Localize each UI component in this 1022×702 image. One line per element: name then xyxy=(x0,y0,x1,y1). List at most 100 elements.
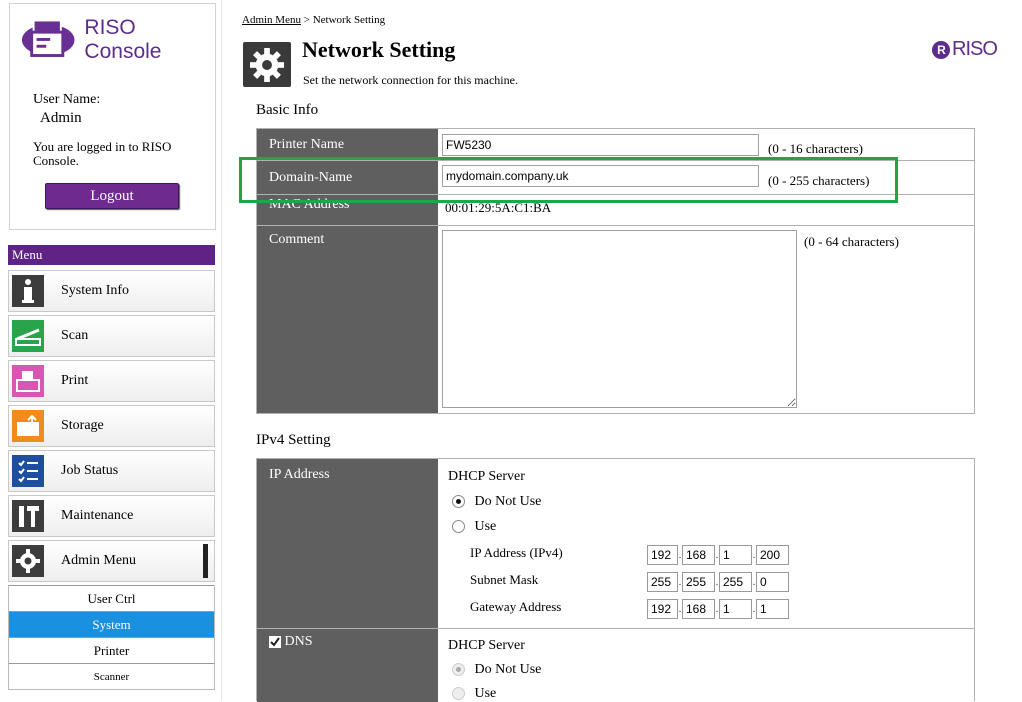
user-name-value: Admin xyxy=(40,110,82,126)
page-gear-icon xyxy=(243,42,291,87)
nav-item-admin-menu[interactable]: Admin Menu xyxy=(8,540,215,582)
nav-label: Maintenance xyxy=(61,508,134,523)
checkmark-icon xyxy=(270,637,280,647)
dns-checkbox[interactable] xyxy=(269,635,281,648)
radio-do-not-use[interactable] xyxy=(452,495,465,509)
nav-label: Scan xyxy=(61,328,89,343)
radio-use[interactable] xyxy=(452,520,465,534)
page-title: Network Setting xyxy=(302,37,456,62)
dns-cell: DHCP Server Do Not Use Use xyxy=(438,629,974,702)
gateway-address-octets: 192. 168. 1. 1 xyxy=(647,599,789,619)
dns-label-cell: DNS xyxy=(257,629,438,702)
nav-label: Job Status xyxy=(61,463,119,478)
page-subtitle: Set the network connection for this mach… xyxy=(303,73,518,87)
logo: RISO Console xyxy=(20,12,215,64)
breadcrumb-current: Network Setting xyxy=(312,14,386,26)
domain-name-highlight xyxy=(239,157,898,203)
breadcrumb-separator: > xyxy=(300,14,313,26)
nav-item-print[interactable]: Print xyxy=(8,360,215,402)
info-icon xyxy=(12,275,44,307)
printer-name-label: Printer Name xyxy=(257,129,438,160)
riso-console-logo-icon xyxy=(21,19,75,57)
printer-name-hint: (0 - 16 characters) xyxy=(768,141,863,156)
dns-radio-do-not-use-option: Do Not Use xyxy=(452,662,541,678)
gateway-octet-3[interactable]: 1 xyxy=(719,599,752,619)
ipv4-table: IP Address DHCP Server Do Not Use Use IP… xyxy=(256,458,975,702)
printer-name-cell: (0 - 16 characters) xyxy=(438,129,974,160)
dns-radio-use-option: Use xyxy=(452,686,496,702)
dns-radio-do-not-use-label: Do Not Use xyxy=(474,662,542,677)
printer-name-input[interactable] xyxy=(442,134,759,156)
admin-submenu: User Ctrl System Printer Scanner xyxy=(8,585,215,690)
subnet-octet-1[interactable]: 255 xyxy=(647,572,678,592)
nav-item-system-info[interactable]: System Info xyxy=(8,270,215,312)
nav-item-scan[interactable]: Scan xyxy=(8,315,215,357)
logo-text: RISO Console xyxy=(84,16,162,63)
subnet-octet-3[interactable]: 255 xyxy=(719,572,752,592)
row-comment: Comment (0 - 64 characters) xyxy=(257,226,974,413)
riso-brand-icon: R xyxy=(932,40,950,59)
dns-label: DNS xyxy=(284,634,313,649)
ip-octet-2[interactable]: 168 xyxy=(682,545,715,565)
breadcrumb: Admin Menu > Network Setting xyxy=(242,14,385,26)
submenu-item-user-ctrl[interactable]: User Ctrl xyxy=(9,585,214,611)
brand-text: RISO xyxy=(952,38,998,60)
logout-button[interactable]: Logout xyxy=(45,183,179,209)
user-name-label: User Name: xyxy=(33,92,101,107)
comment-hint: (0 - 64 characters) xyxy=(804,234,899,249)
gateway-octet-2[interactable]: 168 xyxy=(682,599,715,619)
login-message: You are logged in to RISO Console. xyxy=(33,139,172,168)
gateway-octet-1[interactable]: 192 xyxy=(647,599,678,619)
printer-icon xyxy=(12,365,44,397)
ip-octet-1[interactable]: 192 xyxy=(647,545,678,565)
ip-octet-4[interactable]: 200 xyxy=(756,545,789,565)
ip-octet-3[interactable]: 1 xyxy=(719,545,752,565)
ip-field-label: IP Address (IPv4) xyxy=(470,545,563,560)
radio-use-label: Use xyxy=(474,519,497,534)
dns-radio-use xyxy=(452,687,465,701)
subnet-octet-2[interactable]: 255 xyxy=(682,572,715,592)
comment-label: Comment xyxy=(257,226,438,413)
subnet-mask-label: Subnet Mask xyxy=(470,572,539,587)
radio-use-option[interactable]: Use xyxy=(452,519,496,535)
nav-label: Storage xyxy=(61,418,104,433)
nav-item-job-status[interactable]: Job Status xyxy=(8,450,215,492)
breadcrumb-link-admin-menu[interactable]: Admin Menu xyxy=(242,14,301,26)
radio-do-not-use-label: Do Not Use xyxy=(474,494,542,509)
subnet-mask-octets: 255. 255. 255. 0 xyxy=(647,572,789,592)
dns-radio-do-not-use xyxy=(452,663,465,677)
row-ip-address: IP Address DHCP Server Do Not Use Use IP… xyxy=(257,459,974,629)
ipv4-heading: IPv4 Setting xyxy=(256,432,331,448)
nav-label: System Info xyxy=(61,283,130,298)
submenu-item-scanner[interactable]: Scanner xyxy=(9,663,214,689)
user-panel: RISO Console User Name: Admin You are lo… xyxy=(9,3,216,230)
nav-label: Admin Menu xyxy=(61,553,137,568)
basic-info-heading: Basic Info xyxy=(256,102,319,118)
riso-brand-logo: R RISO xyxy=(932,38,998,61)
ip-address-cell: DHCP Server Do Not Use Use IP Address (I… xyxy=(438,459,974,628)
ip-address-octets: 192. 168. 1. 200 xyxy=(647,545,789,565)
menu-header: Menu xyxy=(8,245,215,265)
folder-upload-icon xyxy=(12,410,44,442)
nav-item-maintenance[interactable]: Maintenance xyxy=(8,495,215,537)
nav-label: Print xyxy=(61,373,89,388)
dns-radio-use-label: Use xyxy=(474,686,497,701)
comment-textarea[interactable] xyxy=(442,230,797,408)
row-dns: DNS DHCP Server Do Not Use Use xyxy=(257,629,974,702)
submenu-item-system[interactable]: System xyxy=(9,611,214,637)
submenu-item-printer[interactable]: Printer xyxy=(9,637,214,663)
sidebar: RISO Console User Name: Admin You are lo… xyxy=(0,0,222,701)
ip-address-label: IP Address xyxy=(257,459,438,628)
radio-do-not-use-option[interactable]: Do Not Use xyxy=(452,494,541,510)
checklist-icon xyxy=(12,455,44,487)
tools-icon xyxy=(12,500,44,532)
comment-cell: (0 - 64 characters) xyxy=(438,226,974,413)
subnet-octet-4[interactable]: 0 xyxy=(756,572,789,592)
gateway-address-label: Gateway Address xyxy=(470,599,562,614)
scanner-icon xyxy=(12,320,44,352)
dhcp-server-label: DHCP Server xyxy=(448,469,525,484)
dns-dhcp-server-label: DHCP Server xyxy=(448,638,525,653)
gateway-octet-4[interactable]: 1 xyxy=(756,599,789,619)
gear-icon xyxy=(12,545,44,577)
nav-item-storage[interactable]: Storage xyxy=(8,405,215,447)
